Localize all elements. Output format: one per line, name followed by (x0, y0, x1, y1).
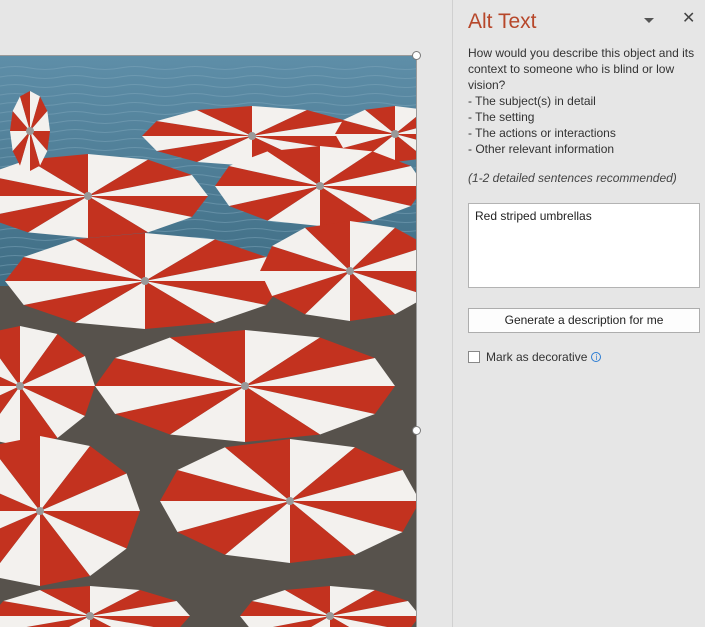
info-icon[interactable]: i (591, 352, 602, 362)
instruction-line: - The actions or interactions (468, 126, 616, 140)
umbrella-finial (316, 182, 324, 190)
mark-decorative-label[interactable]: Mark as decorative (486, 350, 587, 364)
umbrella-finial (16, 382, 24, 390)
resize-handle-right[interactable] (412, 426, 421, 435)
instruction-line: vision? (468, 78, 506, 92)
instruction-line: How would you describe this object and i… (468, 46, 695, 60)
instruction-line: - The setting (468, 110, 535, 124)
generate-description-button[interactable]: Generate a description for me (468, 308, 700, 333)
umbrella-finial (86, 612, 94, 620)
mark-decorative-checkbox[interactable] (468, 351, 480, 363)
umbrella-finial (286, 497, 294, 505)
chevron-down-icon[interactable] (643, 14, 655, 26)
resize-handle-top-right[interactable] (412, 51, 421, 60)
pane-title: Alt Text (468, 10, 537, 33)
sentence-hint: (1-2 detailed sentences recommended) (468, 171, 677, 185)
alt-text-pane: Alt Text ✕ How would you describe this o… (452, 0, 705, 627)
umbrella-finial (241, 382, 249, 390)
umbrella-finial (26, 127, 34, 135)
alt-text-instructions: How would you describe this object and i… (468, 45, 700, 157)
instruction-line: context to someone who is blind or low (468, 62, 675, 76)
umbrella-finial (391, 130, 399, 138)
instruction-line: - The subject(s) in detail (468, 94, 596, 108)
selected-picture[interactable] (0, 55, 417, 627)
mark-decorative-row: Mark as decorative i (468, 350, 602, 364)
umbrella-finial (36, 507, 44, 515)
umbrella-finial (248, 132, 256, 140)
slide-canvas (0, 0, 452, 627)
umbrella-finial (346, 267, 354, 275)
instruction-line: - Other relevant information (468, 142, 615, 156)
alt-text-input[interactable]: Red striped umbrellas (468, 203, 700, 288)
beach-umbrellas-photo (0, 56, 416, 627)
umbrella-finial (141, 277, 149, 285)
umbrella-finial (326, 612, 334, 620)
umbrella-finial (84, 192, 92, 200)
close-icon[interactable]: ✕ (682, 11, 695, 27)
